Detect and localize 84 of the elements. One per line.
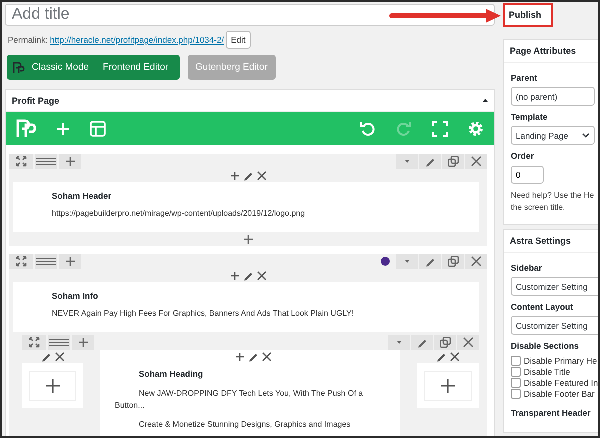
checkbox[interactable]: [511, 388, 521, 398]
editor-mode-button[interactable]: Frontend Editor: [96, 55, 176, 80]
publish-box-title[interactable]: Publish: [503, 3, 553, 27]
add-icon: [46, 378, 60, 392]
move-icon[interactable]: [28, 337, 40, 348]
checkbox[interactable]: [511, 356, 521, 366]
add-icon: [441, 378, 455, 392]
close-icon[interactable]: [470, 256, 482, 267]
field-label: Transparent Header: [511, 408, 592, 418]
element-title: Soham Info: [52, 291, 100, 301]
checkbox[interactable]: [511, 378, 521, 388]
drag-handle-icon[interactable]: [36, 156, 56, 166]
box-title: Astra Settings: [504, 230, 598, 253]
close-icon[interactable]: [256, 270, 266, 280]
add-icon[interactable]: [64, 256, 76, 267]
layout-icon[interactable]: [90, 120, 106, 136]
close-icon[interactable]: [450, 352, 460, 362]
help-text: Need help? Use the He: [511, 190, 596, 202]
element-card[interactable]: Soham Header https://pagebuilderpro.net/mirage/wp-content/uploads/2019/12/logo.png: [13, 182, 479, 232]
element-text: New JAW-DROPPING DFY Tech Lets You, With The Push Of a Button...: [115, 388, 364, 412]
duplicate-icon[interactable]: [448, 256, 458, 267]
checkbox-label: Disable Primary He: [524, 356, 598, 366]
close-icon[interactable]: [470, 156, 482, 167]
move-icon[interactable]: [16, 156, 26, 167]
close-icon[interactable]: [462, 337, 474, 348]
add-element-button[interactable]: [29, 370, 76, 400]
move-icon[interactable]: [16, 256, 26, 267]
pencil-icon[interactable]: [424, 256, 436, 267]
close-icon[interactable]: [54, 352, 64, 362]
element-text: Create & Monetize Stunning Designs, Graphics and Images: [138, 419, 352, 431]
element-title: Soham Header: [52, 191, 113, 201]
add-icon[interactable]: [230, 170, 240, 180]
add-icon[interactable]: [235, 352, 245, 362]
pencil-icon[interactable]: [248, 351, 259, 362]
chevron-icon: [582, 133, 590, 138]
caret-icon[interactable]: [396, 341, 402, 344]
panel-title: Profit Page: [12, 96, 60, 106]
edit-button[interactable]: Edit: [226, 31, 251, 49]
box-title: Page Attributes: [504, 40, 598, 63]
add-element-button[interactable]: [424, 370, 472, 400]
checkbox-label: Disable Featured In: [524, 378, 598, 388]
parent-select[interactable]: (no parent): [511, 87, 595, 106]
duplicate-icon[interactable]: [448, 156, 458, 167]
help-text: the screen title.: [511, 202, 566, 214]
element-card[interactable]: Soham Info NEVER Again Pay High Fees For Graphics, Banners And Ads That Look Plain UGLY!: [13, 282, 479, 332]
list-icon[interactable]: [49, 338, 69, 348]
checkbox[interactable]: [511, 366, 521, 376]
caret-icon[interactable]: [404, 260, 410, 263]
drag-handle-icon[interactable]: [36, 256, 56, 266]
add-row-icon[interactable]: [242, 234, 254, 244]
checkbox-label: Disable Footer Bar: [524, 388, 595, 398]
close-icon[interactable]: [262, 352, 272, 362]
add-icon[interactable]: [230, 270, 240, 280]
field-label: Content Layout: [511, 302, 574, 312]
pencil-icon[interactable]: [424, 156, 436, 167]
logo-icon: [13, 62, 25, 74]
element-text: https://pagebuilderpro.net/mirage/wp-content/uploads/2019/12/logo.png: [52, 209, 306, 218]
caret-icon[interactable]: [404, 160, 410, 163]
logo-icon: [16, 118, 36, 138]
field-label: Parent: [511, 73, 538, 83]
element-title: Soham Heading: [139, 369, 204, 379]
field-label: Disable Sections: [511, 341, 580, 351]
field-label: Order: [511, 151, 536, 161]
title-field[interactable]: Add title: [5, 4, 495, 26]
close-icon[interactable]: [256, 170, 266, 180]
undo-icon[interactable]: [360, 120, 376, 136]
permalink-label: Permalink:: [8, 35, 48, 45]
field-label: Sidebar: [511, 263, 544, 273]
field-label: Template: [511, 112, 549, 122]
add-icon[interactable]: [64, 156, 76, 167]
duplicate-icon[interactable]: [440, 337, 450, 348]
pencil-icon[interactable]: [416, 337, 428, 348]
settings-icon[interactable]: [468, 120, 484, 136]
sidebar-select[interactable]: Customizer Setting: [511, 277, 598, 296]
permalink-link[interactable]: http://heracle.net/profitpage/index.php/1034-2/: [50, 35, 224, 45]
order-field[interactable]: 0: [511, 166, 544, 184]
editor-mode-button[interactable]: Classic Mode: [25, 55, 96, 80]
element-text: NEVER Again Pay High Fees For Graphics, Banners And Ads That Look Plain UGLY!: [52, 309, 356, 318]
collapse-icon[interactable]: [483, 99, 488, 102]
layout-select[interactable]: Customizer Setting: [511, 316, 598, 335]
template-select[interactable]: Landing Page: [511, 126, 595, 145]
add-icon[interactable]: [78, 337, 88, 348]
fullscreen-icon[interactable]: [432, 120, 448, 136]
checkbox-label: Disable Title: [524, 366, 570, 376]
